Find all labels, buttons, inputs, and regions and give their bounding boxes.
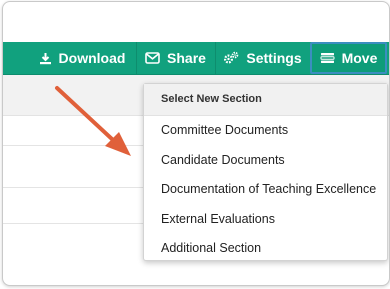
callout-arrow [55, 86, 131, 156]
envelope-icon [145, 52, 160, 64]
action-toolbar: Download Share Settings Move [3, 42, 389, 75]
section-option-additional-section[interactable]: Additional Section [144, 234, 387, 264]
move-label: Move [341, 50, 378, 66]
download-icon [39, 52, 52, 65]
gears-icon [223, 51, 239, 65]
dropdown-header: Select New Section [144, 84, 387, 116]
section-list: Committee Documents Candidate Documents … [144, 116, 387, 264]
row-divider [3, 223, 143, 224]
share-button[interactable]: Share [136, 42, 214, 74]
download-button[interactable]: Download [29, 42, 135, 74]
section-option-candidate-documents[interactable]: Candidate Documents [144, 146, 387, 176]
section-option-committee-documents[interactable]: Committee Documents [144, 116, 387, 146]
section-option-external-evaluations[interactable]: External Evaluations [144, 205, 387, 235]
row-divider [3, 187, 143, 188]
list-icon [320, 52, 335, 64]
app-window: Download Share Settings Move Select New … [2, 1, 390, 286]
section-option-teaching-excellence[interactable]: Documentation of Teaching Excellence [144, 175, 387, 205]
settings-button[interactable]: Settings [215, 42, 309, 74]
download-label: Download [58, 50, 126, 66]
move-section-dropdown: Select New Section Committee Documents C… [143, 83, 388, 261]
settings-label: Settings [246, 50, 302, 66]
share-label: Share [167, 50, 206, 66]
move-button[interactable]: Move [310, 42, 387, 74]
